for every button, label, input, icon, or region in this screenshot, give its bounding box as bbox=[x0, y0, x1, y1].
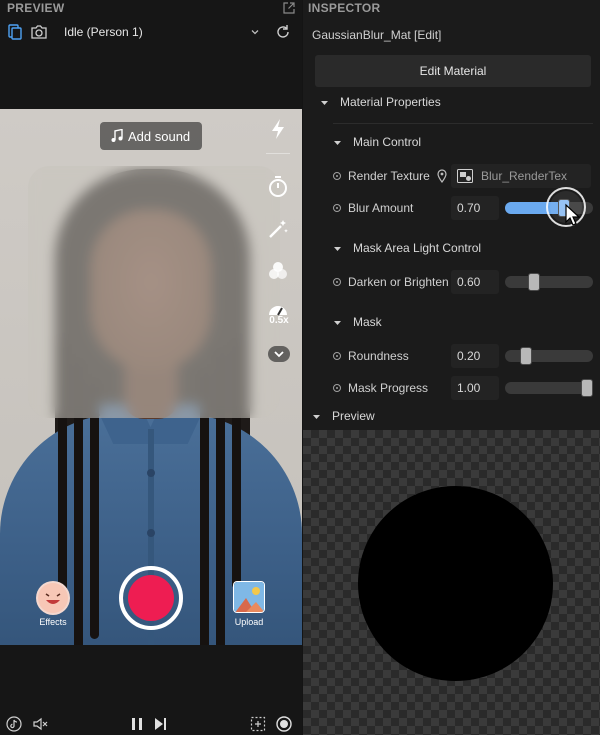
mask-progress-slider[interactable] bbox=[505, 379, 593, 397]
material-name: GaussianBlur_Mat [Edit] bbox=[312, 28, 442, 42]
record-inner bbox=[128, 575, 174, 621]
refresh-icon[interactable] bbox=[274, 23, 292, 41]
roundness-label: Roundness bbox=[348, 349, 409, 363]
upload-button[interactable] bbox=[233, 581, 265, 613]
slider-thumb[interactable] bbox=[528, 273, 540, 291]
pause-icon[interactable] bbox=[129, 716, 145, 732]
darken-or-brighten-input[interactable]: 0.60 bbox=[451, 270, 499, 294]
flash-icon[interactable] bbox=[266, 117, 290, 141]
mask-progress-row: Mask Progress 1.00 bbox=[331, 376, 593, 400]
record-video-icon[interactable] bbox=[276, 716, 292, 732]
mask-label: Mask bbox=[353, 315, 382, 329]
smiley-face-icon bbox=[38, 583, 68, 613]
blur-amount-label: Blur Amount bbox=[348, 201, 414, 215]
roundness-row: Roundness 0.20 bbox=[331, 344, 593, 368]
darken-or-brighten-label: Darken or Brighten bbox=[348, 275, 449, 289]
render-texture-field[interactable]: Blur_RenderTex bbox=[451, 164, 591, 188]
keyframe-dot-icon[interactable] bbox=[333, 172, 341, 180]
pin-icon[interactable] bbox=[437, 169, 447, 183]
image-icon bbox=[234, 582, 264, 612]
mask-area-light-control-header[interactable]: Mask Area Light Control bbox=[333, 238, 590, 258]
add-sound-label: Add sound bbox=[128, 129, 191, 144]
chevron-down-icon bbox=[334, 247, 341, 251]
record-button[interactable] bbox=[119, 566, 183, 630]
mask-header[interactable]: Mask bbox=[333, 312, 590, 332]
shirt-button bbox=[147, 529, 155, 537]
slider-thumb[interactable] bbox=[581, 379, 593, 397]
chevron-down-icon bbox=[251, 30, 259, 35]
tool-divider bbox=[266, 153, 290, 154]
edit-material-button[interactable]: Edit Material bbox=[315, 55, 591, 87]
material-preview-canvas bbox=[303, 430, 600, 735]
keyframe-dot-icon[interactable] bbox=[333, 278, 341, 286]
preview-section-label: Preview bbox=[332, 409, 375, 423]
simulator-icon[interactable] bbox=[6, 23, 24, 41]
camera-preview[interactable]: Add sound 0.5x Effects Upload bbox=[0, 109, 302, 645]
effects-button[interactable] bbox=[36, 581, 70, 615]
preview-state-select[interactable]: Idle (Person 1) bbox=[56, 21, 266, 43]
render-texture-row: Render Texture Blur_RenderTex bbox=[331, 164, 593, 188]
roundness-slider[interactable] bbox=[505, 347, 593, 365]
music-note-icon bbox=[111, 129, 123, 142]
preview-panel-title: PREVIEW bbox=[7, 1, 65, 15]
mask-progress-input[interactable]: 1.00 bbox=[451, 376, 499, 400]
add-sound-button[interactable]: Add sound bbox=[100, 122, 202, 150]
render-texture-value: Blur_RenderTex bbox=[481, 169, 568, 183]
camera-icon[interactable] bbox=[30, 23, 48, 41]
timer-icon[interactable] bbox=[266, 175, 290, 199]
mute-icon[interactable] bbox=[32, 716, 48, 732]
playback-bar bbox=[0, 708, 302, 735]
blur-amount-input[interactable]: 0.70 bbox=[451, 196, 499, 220]
material-properties-header[interactable]: Material Properties bbox=[320, 92, 590, 112]
inspector-panel: INSPECTOR GaussianBlur_Mat [Edit] Edit M… bbox=[303, 0, 600, 735]
divider bbox=[333, 123, 593, 124]
darken-or-brighten-slider[interactable] bbox=[505, 273, 593, 291]
darken-or-brighten-row: Darken or Brighten 0.60 bbox=[331, 270, 593, 294]
mask-area-light-control-label: Mask Area Light Control bbox=[353, 241, 482, 255]
render-texture-label: Render Texture bbox=[348, 169, 430, 183]
roundness-input[interactable]: 0.20 bbox=[451, 344, 499, 368]
keyframe-dot-icon[interactable] bbox=[333, 352, 341, 360]
preview-panel: PREVIEW Idle (Person 1) Add sound 0.5x E… bbox=[0, 0, 302, 735]
filters-icon[interactable] bbox=[266, 259, 290, 283]
keyframe-dot-icon[interactable] bbox=[333, 204, 341, 212]
braid bbox=[90, 379, 99, 639]
shirt-button bbox=[147, 469, 155, 477]
chevron-down-icon bbox=[334, 141, 341, 145]
tiktok-icon[interactable] bbox=[6, 716, 22, 732]
main-control-label: Main Control bbox=[353, 135, 422, 149]
keyframe-dot-icon[interactable] bbox=[333, 384, 341, 392]
mask-preview-circle bbox=[358, 486, 553, 681]
preview-state-value: Idle (Person 1) bbox=[64, 25, 143, 39]
more-tools-button[interactable] bbox=[268, 346, 290, 362]
magic-wand-icon[interactable] bbox=[266, 217, 290, 241]
render-texture-icon bbox=[457, 169, 473, 183]
chevron-down-icon bbox=[313, 415, 320, 419]
effects-label: Effects bbox=[39, 617, 67, 627]
material-properties-label: Material Properties bbox=[340, 95, 441, 109]
mask-progress-label: Mask Progress bbox=[348, 381, 429, 395]
upload-label: Upload bbox=[234, 617, 264, 627]
cursor-pointer-icon bbox=[546, 187, 586, 227]
preview-toolbar: Idle (Person 1) bbox=[0, 18, 302, 46]
slider-thumb[interactable] bbox=[520, 347, 532, 365]
blur-overlay-region bbox=[28, 166, 280, 418]
step-forward-icon[interactable] bbox=[152, 716, 168, 732]
chevron-down-icon bbox=[321, 101, 328, 105]
inspector-panel-title: INSPECTOR bbox=[308, 1, 381, 15]
capture-region-icon[interactable] bbox=[250, 716, 266, 732]
speed-label: 0.5x bbox=[269, 315, 289, 326]
popout-icon[interactable] bbox=[283, 2, 295, 14]
chevron-down-icon bbox=[334, 321, 341, 325]
chevron-down-icon bbox=[274, 351, 284, 358]
preview-section-header[interactable]: Preview bbox=[312, 406, 592, 426]
main-control-header[interactable]: Main Control bbox=[333, 132, 590, 152]
